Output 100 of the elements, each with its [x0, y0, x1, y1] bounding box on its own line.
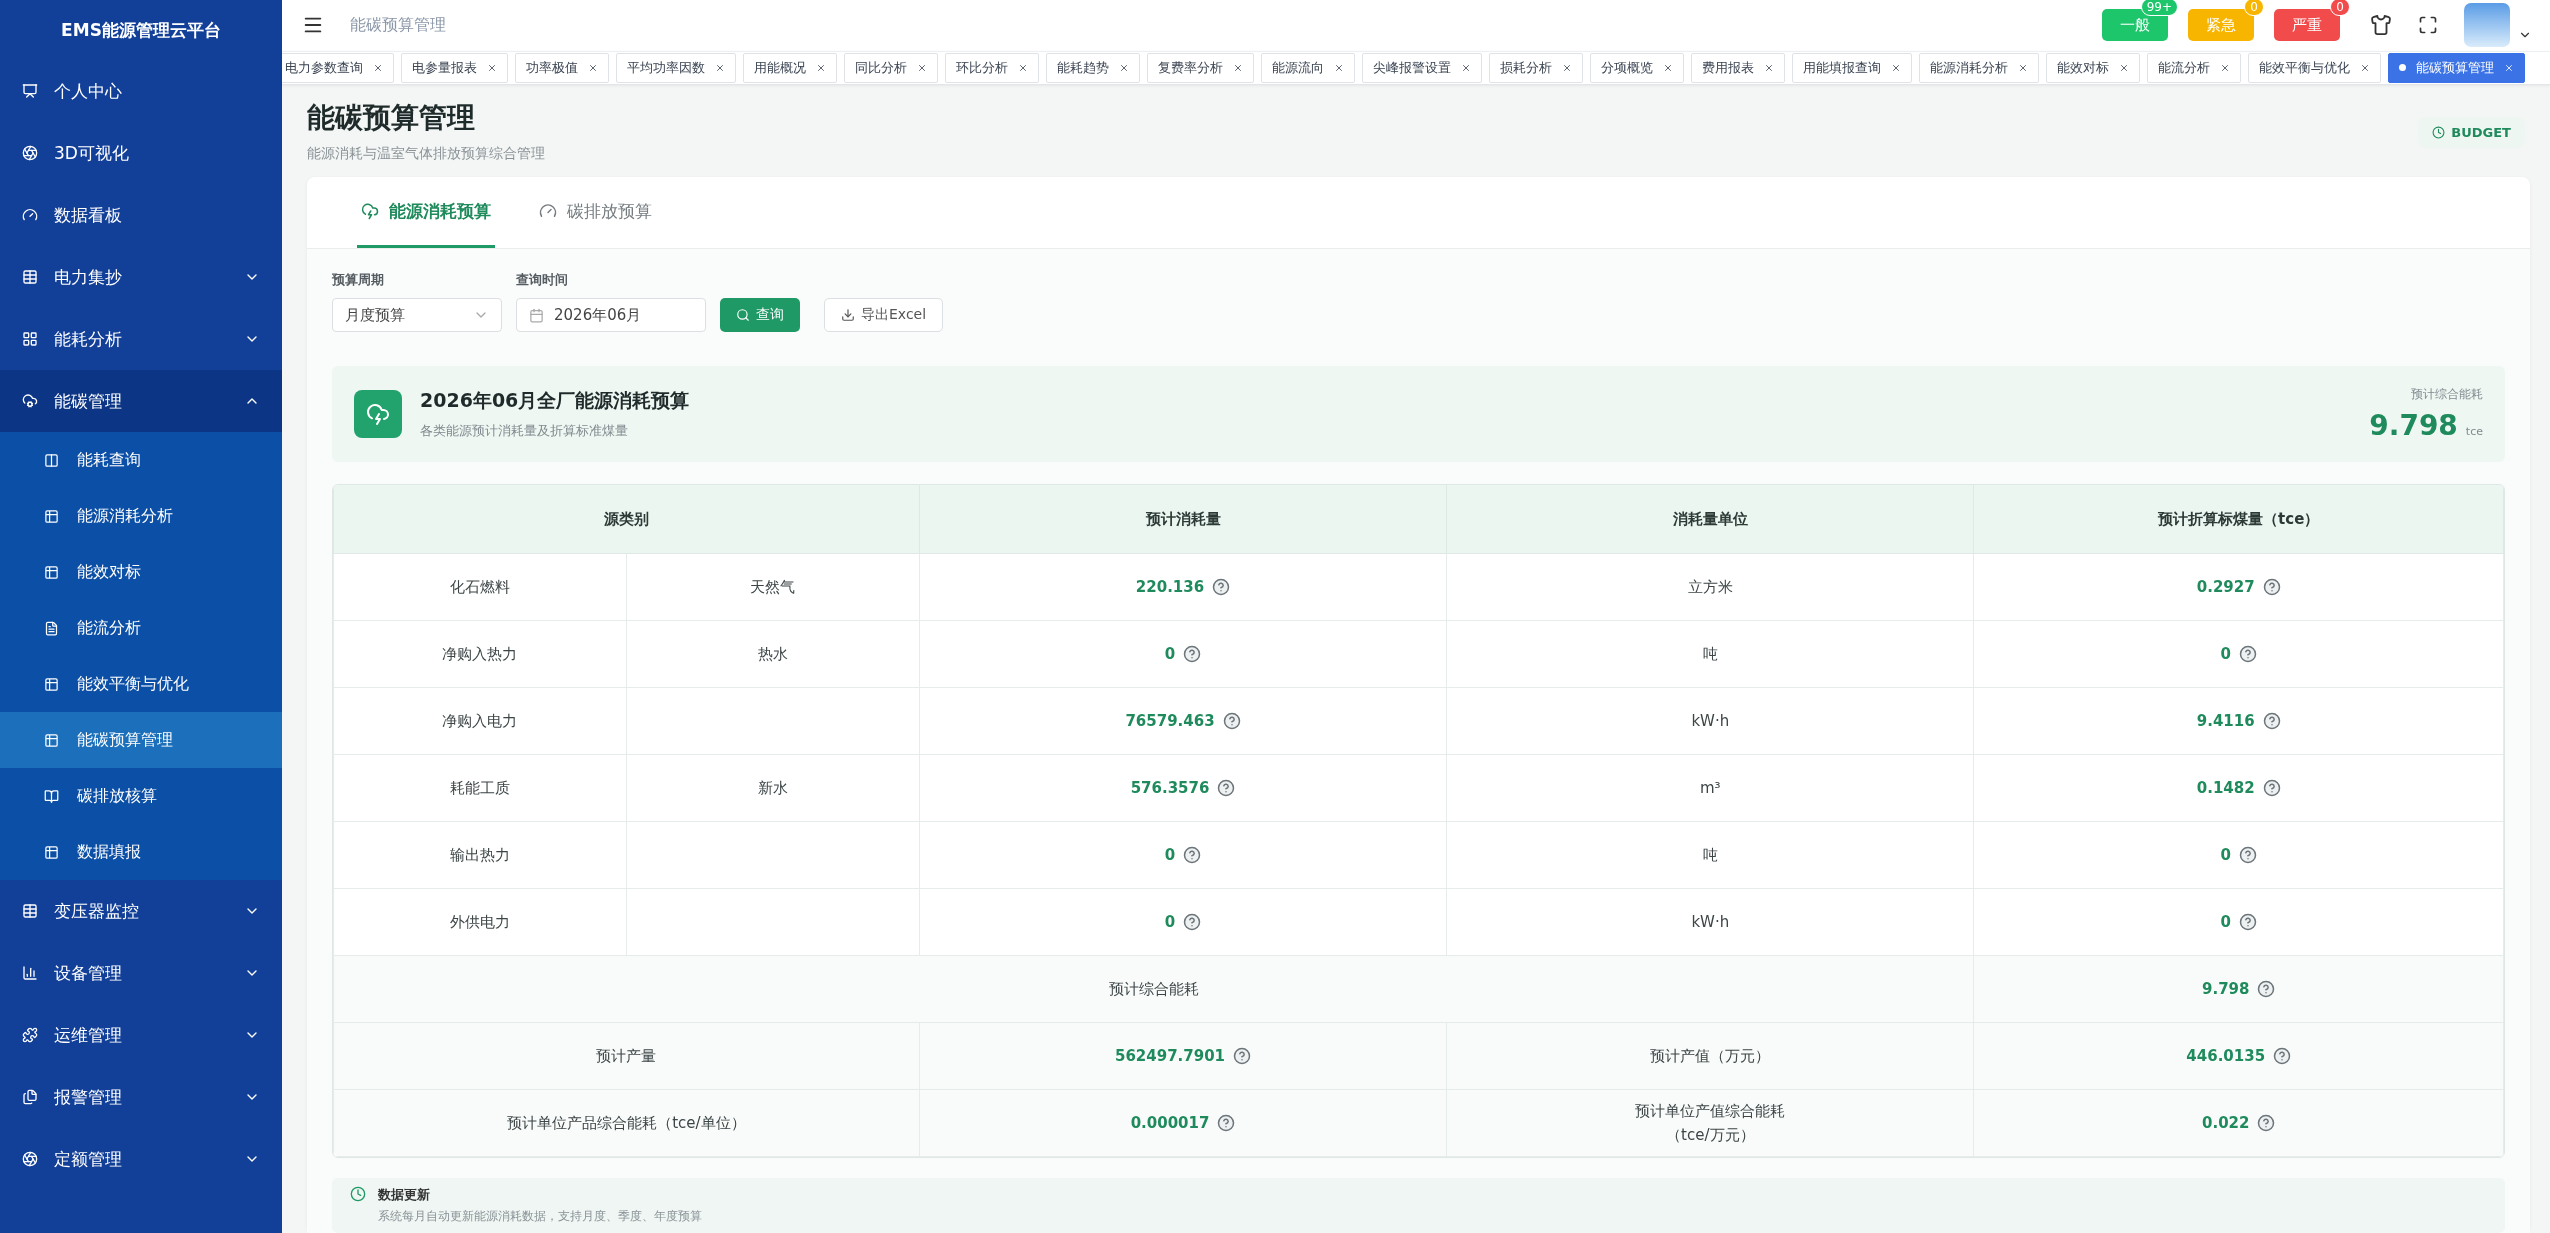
value-text: 576.3576 — [1130, 778, 1210, 797]
cloud-icon — [354, 390, 402, 438]
page-tab[interactable]: 损耗分析 — [1489, 52, 1583, 83]
close-icon[interactable] — [1764, 62, 1774, 73]
shirt-icon[interactable] — [2370, 14, 2392, 37]
sidebar-item[interactable]: 能碳管理 — [0, 370, 282, 432]
help-icon[interactable] — [2257, 1114, 2276, 1133]
close-icon[interactable] — [1663, 62, 1673, 73]
sidebar-item[interactable]: 设备管理 — [0, 942, 282, 1004]
help-icon[interactable] — [2262, 712, 2281, 731]
close-icon[interactable] — [1233, 62, 1243, 73]
query-button[interactable]: 查询 — [720, 298, 800, 332]
table-cell: 热水 — [626, 620, 920, 688]
help-icon[interactable] — [2257, 980, 2276, 999]
close-icon[interactable] — [1891, 62, 1901, 73]
clock-icon — [2432, 126, 2446, 139]
close-icon[interactable] — [487, 62, 497, 73]
table-cell: 吨 — [1446, 620, 1974, 688]
table-cell: 新水 — [626, 754, 920, 822]
close-icon[interactable] — [1334, 62, 1344, 73]
sidebar-subitem[interactable]: 能碳预算管理 — [0, 712, 282, 768]
close-icon[interactable] — [2504, 62, 2514, 73]
sidebar-item[interactable]: 报警管理 — [0, 1066, 282, 1128]
table-cell: m³ — [1446, 754, 1974, 822]
sidebar-item[interactable]: 数据看板 — [0, 184, 282, 246]
close-icon[interactable] — [1119, 62, 1129, 73]
breadcrumb: 能碳预算管理 — [350, 14, 447, 36]
page-tab[interactable]: 能源消耗分析 — [1919, 52, 2039, 83]
page-tab[interactable]: 能效平衡与优化 — [2248, 52, 2381, 83]
page-tab[interactable]: 电力参数查询 — [282, 52, 394, 83]
help-icon[interactable] — [1183, 846, 1202, 865]
sidebar-item[interactable]: 定额管理 — [0, 1128, 282, 1190]
metric-label: 预计综合能耗 — [2411, 386, 2483, 403]
help-icon[interactable] — [2262, 779, 2281, 798]
help-icon[interactable] — [1212, 578, 1231, 597]
page-tab[interactable]: 功率极值 — [515, 52, 609, 83]
page-tab[interactable]: 用能概况 — [743, 52, 837, 83]
close-icon[interactable] — [1562, 62, 1572, 73]
close-icon[interactable] — [2220, 62, 2230, 73]
help-icon[interactable] — [2238, 846, 2257, 865]
page-subtitle: 能源消耗与温室气体排放预算综合管理 — [307, 145, 545, 163]
sidebar-item[interactable]: 3D可视化 — [0, 122, 282, 184]
help-icon[interactable] — [2262, 578, 2281, 597]
page-tab[interactable]: 平均功率因数 — [616, 52, 736, 83]
page-title: 能碳预算管理 — [307, 100, 476, 136]
page-tab[interactable]: 尖峰报警设置 — [1362, 52, 1482, 83]
sidebar-item[interactable]: 运维管理 — [0, 1004, 282, 1066]
page-tab[interactable]: 电参量报表 — [401, 52, 508, 83]
page-tab[interactable]: 能源流向 — [1261, 52, 1355, 83]
active-dot — [2399, 64, 2406, 72]
table-cell: 净购入电力 — [333, 687, 627, 755]
page-tab[interactable]: 费用报表 — [1691, 52, 1785, 83]
close-icon[interactable] — [588, 62, 598, 73]
sidebar-subitem[interactable]: 数据填报 — [0, 824, 282, 880]
export-button[interactable]: 导出Excel — [824, 298, 944, 332]
close-icon[interactable] — [2360, 62, 2370, 73]
fullscreen-icon[interactable] — [2418, 15, 2438, 36]
sidebar-subitem[interactable]: 碳排放核算 — [0, 768, 282, 824]
date-field[interactable]: 2026年06月 — [516, 298, 706, 332]
close-icon[interactable] — [373, 62, 383, 73]
close-icon[interactable] — [2119, 62, 2129, 73]
help-icon[interactable] — [1183, 913, 1202, 932]
page-tab[interactable]: 环比分析 — [945, 52, 1039, 83]
sidebar-item[interactable]: 个人中心 — [0, 60, 282, 122]
close-icon[interactable] — [715, 62, 725, 73]
close-icon[interactable] — [917, 62, 927, 73]
card-tab[interactable]: 碳排放预算 — [535, 177, 656, 248]
count-badge: 0 — [2330, 0, 2350, 17]
value-text: 0.000017 — [1130, 1113, 1210, 1132]
page-tab[interactable]: 复费率分析 — [1147, 52, 1254, 83]
help-icon[interactable] — [2238, 645, 2257, 664]
close-icon[interactable] — [1018, 62, 1028, 73]
close-icon[interactable] — [2018, 62, 2028, 73]
page-tab[interactable]: 能碳预算管理 — [2388, 52, 2525, 83]
help-icon[interactable] — [1217, 779, 1236, 798]
sidebar-item[interactable]: 变压器监控 — [0, 880, 282, 942]
help-icon[interactable] — [1222, 712, 1241, 731]
avatar-image[interactable] — [2464, 3, 2510, 48]
page-tab[interactable]: 同比分析 — [844, 52, 938, 83]
page-tab[interactable]: 分项概览 — [1590, 52, 1684, 83]
sidebar-subitem[interactable]: 能源消耗分析 — [0, 488, 282, 544]
help-icon[interactable] — [2238, 913, 2257, 932]
sidebar-subitem[interactable]: 能耗查询 — [0, 432, 282, 488]
sidebar-subitem[interactable]: 能效对标 — [0, 544, 282, 600]
period-select[interactable]: 月度预算 — [332, 298, 502, 332]
close-icon[interactable] — [816, 62, 826, 73]
page-tab[interactable]: 能流分析 — [2147, 52, 2241, 83]
help-icon[interactable] — [1217, 1114, 1236, 1133]
page-tab[interactable]: 能效对标 — [2046, 52, 2140, 83]
help-icon[interactable] — [1233, 1047, 1252, 1066]
sidebar-subitem[interactable]: 能流分析 — [0, 600, 282, 656]
help-icon[interactable] — [1183, 645, 1202, 664]
sidebar-subitem[interactable]: 能效平衡与优化 — [0, 656, 282, 712]
page-tab[interactable]: 能耗趋势 — [1046, 52, 1140, 83]
sidebar-item[interactable]: 能耗分析 — [0, 308, 282, 370]
help-icon[interactable] — [2273, 1047, 2292, 1066]
page-tab[interactable]: 用能填报查询 — [1792, 52, 1912, 83]
clock-icon — [350, 1186, 366, 1202]
sidebar-item[interactable]: 电力集抄 — [0, 246, 282, 308]
close-icon[interactable] — [1461, 62, 1471, 73]
